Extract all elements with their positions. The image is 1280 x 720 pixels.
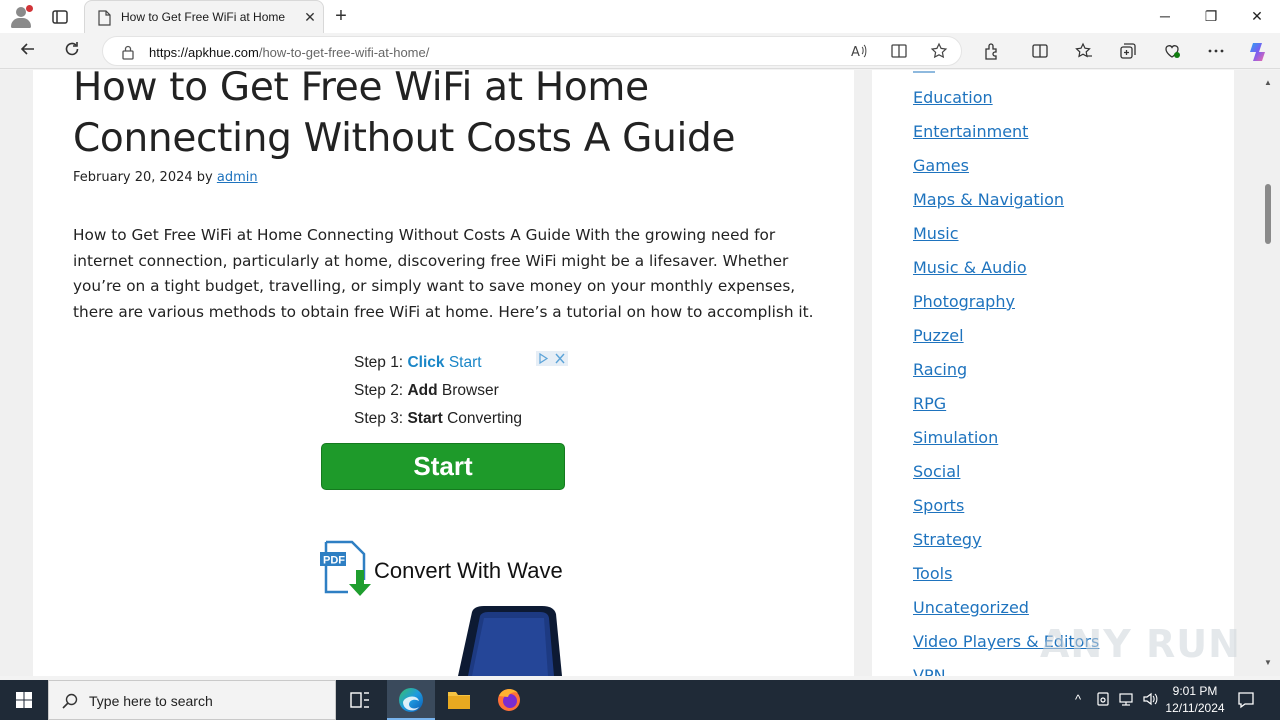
clock-time: 9:01 PM <box>1172 684 1218 698</box>
scroll-up-arrow[interactable]: ▲ <box>1263 78 1273 88</box>
ad-step-2: Step 2: Add Browser <box>354 382 499 399</box>
close-window-button[interactable]: ✕ <box>1234 0 1280 33</box>
category-link[interactable]: Puzzel <box>913 326 964 345</box>
page-icon <box>97 10 111 31</box>
profile-icon[interactable] <box>8 4 36 30</box>
advertisement[interactable]: Step 1: Click Start Step 2: Add Browser … <box>320 350 568 676</box>
copilot-icon[interactable] <box>1246 41 1268 63</box>
refresh-button[interactable] <box>60 39 84 63</box>
article-body: How to Get Free WiFi at Home Connecting … <box>73 226 814 321</box>
category-link[interactable]: Games <box>913 156 969 175</box>
tab-active[interactable]: How to Get Free WiFi at Home ✕ <box>84 0 324 33</box>
new-tab-button[interactable]: + <box>330 5 352 27</box>
taskbar-clock[interactable]: 9:01 PM 12/11/2024 <box>1160 683 1230 717</box>
scrollbar-thumb[interactable] <box>1265 184 1271 244</box>
back-button[interactable] <box>16 39 40 63</box>
ad-step-1: Step 1: Click Start <box>354 354 482 371</box>
category-link[interactable]: Music <box>913 224 959 243</box>
pdf-download-icon: PDF <box>320 540 374 603</box>
article-title: How to Get Free WiFi at Home Connecting … <box>73 70 736 161</box>
category-link[interactable]: Uncategorized <box>913 598 1029 617</box>
file-explorer-icon[interactable] <box>435 680 483 720</box>
notification-icon[interactable] <box>1236 690 1256 715</box>
article-by: by <box>196 170 213 185</box>
tray-overflow-chevron-icon[interactable]: ^ <box>1069 691 1087 709</box>
favorite-star-icon[interactable] <box>929 42 949 62</box>
article-meta: February 20, 2024 by admin <box>73 170 258 185</box>
category-link[interactable]: RPG <box>913 394 946 413</box>
task-view-icon[interactable] <box>336 680 384 720</box>
sidebar-categories: Education Entertainment Games Maps & Naviga… <box>872 70 1234 676</box>
browser-essentials-icon[interactable] <box>1161 41 1183 63</box>
minimize-button[interactable]: ─ <box>1142 0 1188 33</box>
network-icon[interactable] <box>1117 691 1135 709</box>
favorites-icon[interactable] <box>1073 41 1095 63</box>
split-screen-icon[interactable] <box>1029 41 1051 63</box>
extensions-icon[interactable] <box>981 41 1003 63</box>
url-text[interactable]: https://apkhue.com/how-to-get-free-wifi-… <box>149 45 429 60</box>
tab-close-button[interactable]: ✕ <box>301 8 319 26</box>
taskbar: Type here to search ^ 9:01 PM 12/11/2024 <box>0 680 1280 720</box>
svg-text:PDF: PDF <box>323 555 345 567</box>
category-link[interactable]: Simulation <box>913 428 998 447</box>
search-placeholder: Type here to search <box>89 693 213 709</box>
watermark-text: ANY RUN <box>1040 622 1241 666</box>
edge-taskbar-icon[interactable] <box>387 680 435 720</box>
article-date: February 20, 2024 <box>73 170 193 185</box>
volume-icon[interactable] <box>1141 691 1159 709</box>
ad-start-button[interactable]: Start <box>321 443 565 490</box>
article: How to Get Free WiFi at Home Connecting … <box>33 70 854 676</box>
category-link[interactable]: Sports <box>913 496 964 515</box>
address-bar[interactable]: https://apkhue.com/how-to-get-free-wifi-… <box>102 36 962 66</box>
maximize-button[interactable]: ❐ <box>1188 0 1234 33</box>
anyrun-watermark: ANY RUN <box>1036 608 1240 672</box>
category-link[interactable]: Social <box>913 462 960 481</box>
phone-image <box>458 606 562 676</box>
convert-with-wave-text: Convert With Wave <box>374 558 563 583</box>
author-link[interactable]: admin <box>217 170 258 185</box>
browser-title-bar: How to Get Free WiFi at Home ✕ + ─ ❐ ✕ <box>0 0 1280 33</box>
collections-icon[interactable] <box>1117 41 1139 63</box>
clock-date: 12/11/2024 <box>1165 701 1225 715</box>
search-icon <box>61 692 79 715</box>
category-link[interactable]: Maps & Navigation <box>913 190 1064 209</box>
read-aloud-icon[interactable]: A <box>849 42 869 62</box>
lock-icon[interactable] <box>121 44 135 65</box>
ad-step-3: Step 3: Start Converting <box>354 410 523 427</box>
more-menu-icon[interactable] <box>1205 41 1227 63</box>
page-viewport: How to Get Free WiFi at Home Connecting … <box>0 70 1280 676</box>
category-link[interactable]: Entertainment <box>913 122 1028 141</box>
windows-start-button[interactable] <box>0 680 48 720</box>
scroll-down-arrow[interactable]: ▼ <box>1263 658 1273 668</box>
category-link[interactable]: Racing <box>913 360 967 379</box>
category-link[interactable]: Strategy <box>913 530 982 549</box>
tab-title: How to Get Free WiFi at Home <box>121 10 286 24</box>
category-link[interactable]: Tools <box>913 564 952 583</box>
tab-actions-icon[interactable] <box>50 7 70 27</box>
category-link-partial[interactable] <box>913 70 935 78</box>
browser-toolbar: https://apkhue.com/how-to-get-free-wifi-… <box>0 33 1280 69</box>
firefox-icon[interactable] <box>485 680 533 720</box>
taskbar-search-box[interactable]: Type here to search <box>48 680 336 720</box>
category-link[interactable]: Photography <box>913 292 1015 311</box>
category-link[interactable]: VPN <box>913 666 946 676</box>
svg-text:A: A <box>851 45 860 60</box>
category-link[interactable]: Education <box>913 88 993 107</box>
tray-device-icon[interactable] <box>1094 691 1112 709</box>
immersive-reader-icon[interactable] <box>889 42 909 62</box>
page-scrollbar[interactable]: ▲ ▼ <box>1262 70 1274 676</box>
category-link[interactable]: Music & Audio <box>913 258 1027 277</box>
adchoices-icon[interactable] <box>536 351 568 366</box>
